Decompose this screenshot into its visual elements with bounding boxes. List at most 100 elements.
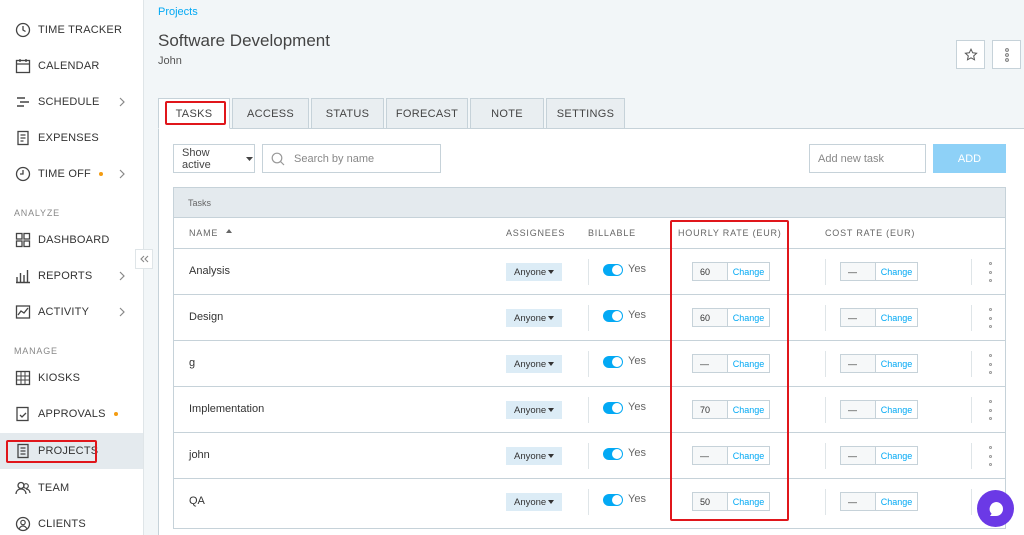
assignee-select[interactable]: Anyone	[506, 447, 562, 465]
search-icon	[271, 152, 285, 165]
sidebar-item-clients[interactable]: CLIENTS	[0, 506, 143, 535]
sidebar-item-label: DASHBOARD	[38, 234, 110, 246]
billable-toggle[interactable]	[603, 264, 623, 276]
tab-access[interactable]: ACCESS	[232, 98, 309, 129]
cost-rate-field: — Change	[840, 492, 918, 511]
col-header-cost-rate: COST RATE (EUR)	[825, 228, 916, 238]
divider	[971, 397, 972, 423]
breadcrumb[interactable]: Projects	[158, 6, 198, 18]
sidebar-item-label: TIME TRACKER	[38, 24, 123, 36]
chevron-right-icon	[119, 97, 125, 107]
divider	[588, 397, 589, 423]
sidebar-item-approvals[interactable]: APPROVALS	[0, 396, 143, 432]
assignee-select[interactable]: Anyone	[506, 263, 562, 281]
add-task-button[interactable]: ADD	[933, 144, 1006, 173]
cost-rate-value: —	[841, 263, 876, 280]
task-name: Design	[189, 311, 224, 323]
project-client: John	[158, 55, 182, 67]
change-cost-rate-button[interactable]: Change	[876, 401, 917, 418]
sidebar-item-kiosks[interactable]: KIOSKS	[0, 360, 143, 396]
sidebar-item-time-tracker[interactable]: TIME TRACKER	[0, 12, 143, 48]
divider	[971, 305, 972, 331]
team-icon	[14, 479, 32, 497]
row-menu-button[interactable]	[988, 446, 992, 466]
assignee-value: Anyone	[514, 312, 547, 324]
sidebar-item-activity[interactable]: ACTIVITY	[0, 294, 143, 330]
collapse-sidebar-button[interactable]	[135, 249, 153, 269]
row-menu-button[interactable]	[988, 308, 992, 328]
sidebar: TIME TRACKER CALENDAR SCHEDULE EXPENSES …	[0, 0, 144, 535]
col-header-name-label: NAME	[189, 228, 219, 238]
status-filter-label: Show active	[182, 146, 211, 171]
tab-note[interactable]: NOTE	[470, 98, 544, 129]
divider	[825, 259, 826, 285]
change-cost-rate-button[interactable]: Change	[876, 309, 917, 326]
star-icon	[963, 47, 978, 61]
dashboard-icon	[14, 231, 32, 249]
double-chevron-left-icon	[140, 255, 149, 263]
assignee-select[interactable]: Anyone	[506, 401, 562, 419]
sidebar-item-team[interactable]: TEAM	[0, 470, 143, 506]
clock-icon	[14, 21, 32, 39]
table-group-title: Tasks	[174, 188, 1005, 218]
sidebar-item-time-off[interactable]: TIME OFF	[0, 156, 143, 192]
favorite-button[interactable]	[956, 40, 985, 69]
billable-toggle[interactable]	[603, 356, 623, 368]
change-cost-rate-button[interactable]: Change	[876, 355, 917, 372]
sidebar-item-label: APPROVALS	[38, 408, 106, 420]
change-cost-rate-button[interactable]: Change	[876, 493, 917, 510]
tab-status[interactable]: STATUS	[311, 98, 384, 129]
col-header-name[interactable]: NAME	[189, 228, 233, 238]
receipt-icon	[14, 129, 32, 147]
status-filter-select[interactable]: Show active	[173, 144, 255, 173]
approvals-icon	[14, 405, 32, 423]
divider	[971, 351, 972, 377]
tab-forecast[interactable]: FORECAST	[386, 98, 468, 129]
divider	[825, 397, 826, 423]
cost-rate-value: —	[841, 309, 876, 326]
sidebar-item-label: CLIENTS	[38, 518, 86, 530]
billable-toggle[interactable]	[603, 494, 623, 506]
tab-settings[interactable]: SETTINGS	[546, 98, 625, 129]
assignee-value: Anyone	[514, 358, 547, 370]
chat-button[interactable]	[977, 490, 1014, 527]
search-input[interactable]: Search by name	[294, 153, 374, 165]
sidebar-item-label: ACTIVITY	[38, 306, 90, 318]
divider	[588, 443, 589, 469]
change-cost-rate-button[interactable]: Change	[876, 447, 917, 464]
billable-label: Yes	[628, 263, 646, 275]
billable-toggle[interactable]	[603, 310, 623, 322]
billable-label: Yes	[628, 447, 646, 459]
col-header-assignees: ASSIGNEES	[506, 228, 566, 238]
billable-toggle[interactable]	[603, 402, 623, 414]
cost-rate-value: —	[841, 447, 876, 464]
clients-icon	[14, 515, 32, 533]
sidebar-item-dashboard[interactable]: DASHBOARD	[0, 222, 143, 258]
change-cost-rate-button[interactable]: Change	[876, 263, 917, 280]
assignee-select[interactable]: Anyone	[506, 493, 562, 511]
caret-down-icon	[548, 454, 554, 458]
billable-toggle[interactable]	[603, 448, 623, 460]
assignee-select[interactable]: Anyone	[506, 309, 562, 327]
search-field[interactable]: Search by name	[262, 144, 441, 173]
row-menu-button[interactable]	[988, 262, 992, 282]
assignee-select[interactable]: Anyone	[506, 355, 562, 373]
chevron-right-icon	[119, 307, 125, 317]
sidebar-item-expenses[interactable]: EXPENSES	[0, 120, 143, 156]
divider	[825, 443, 826, 469]
sidebar-item-label: REPORTS	[38, 270, 93, 282]
sidebar-item-calendar[interactable]: CALENDAR	[0, 48, 143, 84]
caret-down-icon	[548, 362, 554, 366]
assignee-value: Anyone	[514, 496, 547, 508]
row-menu-button[interactable]	[988, 354, 992, 374]
divider	[825, 305, 826, 331]
assignee-value: Anyone	[514, 450, 547, 462]
kiosk-icon	[14, 369, 32, 387]
time-off-icon	[14, 165, 32, 183]
more-options-button[interactable]	[992, 40, 1021, 69]
sidebar-item-reports[interactable]: REPORTS	[0, 258, 143, 294]
sidebar-item-schedule[interactable]: SCHEDULE	[0, 84, 143, 120]
add-task-input[interactable]: Add new task	[809, 144, 926, 173]
sidebar-item-label: SCHEDULE	[38, 96, 100, 108]
row-menu-button[interactable]	[988, 400, 992, 420]
